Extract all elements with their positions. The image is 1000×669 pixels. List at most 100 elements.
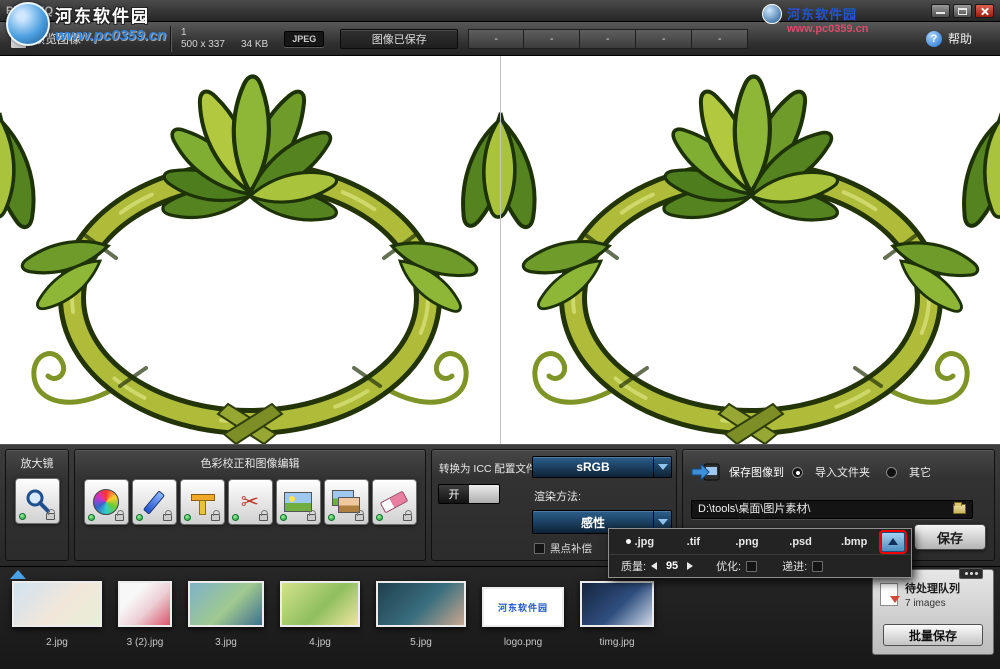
history-slot[interactable]: - bbox=[580, 29, 636, 49]
minimize-button[interactable] bbox=[931, 4, 950, 18]
titlebar[interactable]: PhotoEQ bbox=[0, 0, 1000, 22]
progressive-checkbox[interactable] bbox=[812, 561, 823, 572]
thumbnail-item[interactable]: 5.jpg bbox=[376, 581, 466, 648]
batch-images-tool-button[interactable] bbox=[324, 479, 369, 525]
increase-quality-icon[interactable] bbox=[687, 562, 693, 570]
scissors-icon bbox=[241, 491, 259, 514]
eraser-tool-button[interactable] bbox=[372, 479, 417, 525]
filmstrip: 2.jpg 3 (2).jpg 3.jpg 4.jpg 5.jpg 河东软件园 bbox=[0, 566, 1000, 669]
format-option-jpg[interactable]: .jpg bbox=[613, 536, 667, 548]
image-canvas[interactable] bbox=[0, 56, 1000, 444]
expand-strip-icon[interactable] bbox=[10, 570, 26, 579]
image-filesize: 34 KB bbox=[241, 39, 268, 51]
thumbnail-list: 2.jpg 3 (2).jpg 3.jpg 4.jpg 5.jpg 河东软件园 bbox=[12, 581, 654, 648]
image-view-right bbox=[500, 56, 1000, 444]
import-folder-label[interactable]: 导入文件夹 bbox=[815, 464, 870, 480]
history-slots: - - - - - bbox=[468, 29, 748, 49]
format-option-label: .jpg bbox=[635, 536, 655, 548]
decrease-quality-icon[interactable] bbox=[651, 562, 657, 570]
help-icon[interactable]: ? bbox=[926, 31, 942, 47]
thumbnail-image[interactable] bbox=[188, 581, 264, 627]
optimize-checkbox[interactable] bbox=[746, 561, 757, 572]
format-dropdown-arrow-button-highlighted[interactable] bbox=[881, 532, 905, 552]
lock-icon bbox=[115, 514, 124, 521]
quality-stepper[interactable]: 95 bbox=[651, 560, 693, 572]
queue-document-icon bbox=[880, 583, 898, 606]
other-label[interactable]: 其它 bbox=[909, 464, 931, 480]
thumbnail-image[interactable]: 河东软件园 bbox=[482, 587, 564, 627]
format-settings-row: 质量: 95 优化: 递进: bbox=[609, 554, 911, 577]
icc-toggle-off-side[interactable] bbox=[469, 485, 499, 503]
black-point-checkbox[interactable] bbox=[534, 543, 545, 554]
render-method-label: 渲染方法: bbox=[534, 488, 581, 504]
thumbnail-item[interactable]: 2.jpg bbox=[12, 581, 102, 648]
resize-tool-button[interactable] bbox=[276, 479, 321, 525]
logo-thumbnail-text: 河东软件园 bbox=[498, 601, 548, 614]
maximize-icon bbox=[958, 8, 967, 15]
image-saved-status-button[interactable]: 图像已保存 bbox=[340, 29, 458, 49]
thumbnail-item[interactable]: 3 (2).jpg bbox=[118, 581, 172, 648]
picker-icon bbox=[143, 490, 165, 514]
save-button[interactable]: 保存 bbox=[914, 524, 986, 550]
enabled-dot-icon bbox=[19, 513, 26, 520]
icc-toggle-on-label[interactable]: 开 bbox=[439, 485, 469, 503]
format-option-png[interactable]: .png bbox=[720, 536, 774, 548]
thumbnail-item[interactable]: 4.jpg bbox=[280, 581, 360, 648]
thumbnail-image[interactable] bbox=[12, 581, 102, 627]
image-info: 1 500 x 337 34 KB bbox=[181, 27, 268, 51]
format-option-bmp[interactable]: .bmp bbox=[827, 536, 881, 548]
preview-image-button[interactable]: 预览图像 bbox=[10, 29, 160, 49]
enabled-dot-icon bbox=[88, 514, 95, 521]
lock-icon bbox=[163, 514, 172, 521]
batch-save-button[interactable]: 批量保存 bbox=[883, 624, 983, 646]
icc-toggle[interactable]: 开 bbox=[438, 484, 500, 504]
browse-folder-icon[interactable] bbox=[953, 504, 966, 514]
close-button[interactable] bbox=[975, 4, 994, 18]
help-label[interactable]: 帮助 bbox=[948, 30, 972, 47]
quality-value: 95 bbox=[661, 560, 683, 572]
save-path-field[interactable]: D:\tools\桌面\图片素材\ bbox=[691, 500, 973, 519]
enabled-dot-icon bbox=[136, 514, 143, 521]
window-controls bbox=[931, 4, 994, 18]
maximize-button[interactable] bbox=[953, 4, 972, 18]
history-slot[interactable]: - bbox=[692, 29, 748, 49]
format-option-psd[interactable]: .psd bbox=[774, 536, 828, 548]
thumbnail-filename: 2.jpg bbox=[46, 637, 68, 648]
thumbnail-image[interactable] bbox=[376, 581, 466, 627]
format-popup: .jpg .tif .png .psd .bmp 质量: 95 优化: 递进: bbox=[608, 528, 912, 578]
icc-panel-title: 转换为 ICC 配置文件 bbox=[439, 461, 536, 476]
history-slot[interactable]: - bbox=[468, 29, 524, 49]
chevron-down-icon[interactable] bbox=[653, 457, 671, 477]
format-option-label: .psd bbox=[789, 536, 812, 548]
progressive-label: 递进: bbox=[782, 558, 807, 574]
queue-count: 7 images bbox=[905, 598, 960, 609]
thumbnail-image[interactable] bbox=[118, 581, 172, 627]
thumbnail-filename: 3 (2).jpg bbox=[127, 637, 164, 648]
white-balance-tool-button[interactable] bbox=[132, 479, 177, 525]
format-option-label: .bmp bbox=[841, 536, 867, 548]
format-option-label: .tif bbox=[687, 536, 700, 548]
save-to-icon bbox=[691, 460, 721, 484]
thumbnail-item[interactable]: timg.jpg bbox=[580, 581, 654, 648]
thumbnail-image[interactable] bbox=[280, 581, 360, 627]
history-slot[interactable]: - bbox=[524, 29, 580, 49]
format-option-tif[interactable]: .tif bbox=[667, 536, 721, 548]
crop-tool-button[interactable] bbox=[228, 479, 273, 525]
color-adjust-tool-button[interactable] bbox=[84, 479, 129, 525]
help-button[interactable]: ? 帮助 bbox=[926, 30, 990, 47]
image-view-left bbox=[0, 56, 500, 444]
enabled-dot-icon bbox=[328, 514, 335, 521]
other-radio[interactable] bbox=[886, 467, 897, 478]
image-doc-icon bbox=[10, 29, 27, 49]
magnifier-button[interactable] bbox=[15, 478, 60, 524]
thumbnail-image[interactable] bbox=[580, 581, 654, 627]
icc-profile-dropdown[interactable]: sRGB bbox=[532, 456, 672, 478]
lock-icon bbox=[211, 514, 220, 521]
straighten-tool-button[interactable] bbox=[180, 479, 225, 525]
thumbnail-item[interactable]: 3.jpg bbox=[188, 581, 264, 648]
thumbnail-item[interactable]: 河东软件园 logo.png bbox=[482, 587, 564, 648]
toolbar-separator bbox=[170, 26, 171, 52]
icc-profile-value: sRGB bbox=[533, 460, 653, 474]
import-folder-radio[interactable] bbox=[792, 467, 803, 478]
history-slot[interactable]: - bbox=[636, 29, 692, 49]
